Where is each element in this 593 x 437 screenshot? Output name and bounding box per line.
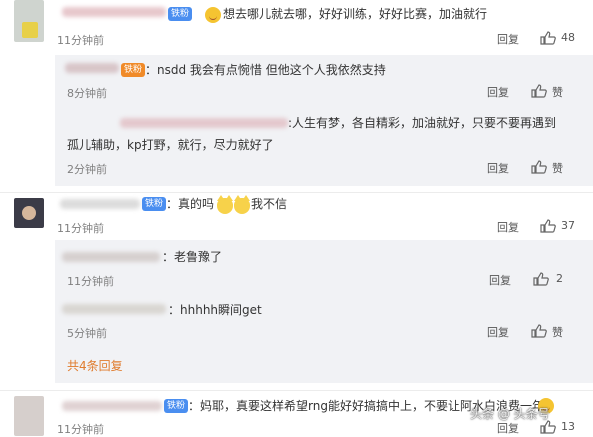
comment-text-tail: 我不信 (251, 197, 288, 211)
comment-text: 想去哪儿就去哪，好好训练，好好比赛，加油就行 (223, 7, 488, 21)
more-replies-link[interactable]: 共4条回复 (67, 357, 123, 374)
avatar[interactable] (14, 0, 44, 42)
reply-button[interactable]: 回复 (497, 219, 519, 235)
reply-text-line2: 孤儿辅助，kp打野，就行，尽力就好了 (67, 138, 274, 152)
like-label[interactable]: 赞 (552, 160, 563, 176)
like-label[interactable]: 赞 (552, 84, 563, 100)
reply-text: ：nsdd 我会有点惋惜 但他这个人我依然支持 (145, 63, 386, 77)
fan-badge: 铁粉 (121, 63, 146, 77)
fan-badge: 铁粉 (142, 197, 167, 211)
reply-text-line1: :人生有梦，各自精彩，加油就好，只要不要再遇到 (288, 116, 557, 130)
avatar[interactable] (14, 396, 44, 436)
like-label[interactable]: 赞 (552, 324, 563, 340)
divider (0, 192, 593, 193)
comment-time: 11分钟前 (57, 222, 104, 235)
thumbs-up-icon[interactable] (531, 84, 547, 98)
comment-time: 11分钟前 (57, 34, 104, 47)
reply-username-blurred (120, 118, 288, 128)
avatar-image (22, 206, 36, 220)
avatar-image (22, 22, 38, 38)
thumbs-up-icon[interactable] (540, 420, 556, 434)
thumbs-up-icon[interactable] (531, 324, 547, 338)
reply-text: ：老鲁豫了 (162, 250, 223, 264)
laughing-emoji-icon (205, 7, 221, 23)
reply-username-blurred (62, 252, 160, 262)
username-blurred (60, 199, 140, 209)
reply-username-blurred (62, 304, 166, 314)
reply-button[interactable]: 回复 (487, 84, 509, 100)
watermark: 头条 @ 头条号 (470, 407, 550, 421)
thumbs-up-icon[interactable] (540, 31, 556, 45)
cat-emoji-icon (217, 195, 233, 214)
thumbs-up-icon[interactable] (540, 219, 556, 233)
comment-time: 11分钟前 (57, 423, 104, 436)
reply-time: 8分钟前 (67, 87, 107, 100)
username-blurred (62, 7, 166, 17)
like-count: 37 (561, 219, 575, 232)
username-blurred (62, 401, 162, 411)
reply-button[interactable]: 回复 (489, 272, 511, 288)
like-count: 2 (556, 272, 563, 285)
reply-button[interactable]: 回复 (487, 324, 509, 340)
reply-button[interactable]: 回复 (497, 420, 519, 436)
reply-time: 2分钟前 (67, 163, 107, 176)
thumbs-up-icon[interactable] (533, 272, 549, 286)
avatar[interactable] (14, 198, 44, 228)
reply-time: 11分钟前 (67, 275, 114, 288)
like-count: 48 (561, 31, 575, 44)
cat-emoji-icon (234, 195, 250, 214)
reply-text: ：hhhhh瞬间get (168, 303, 262, 317)
comment-text: ：真的吗 (166, 197, 215, 211)
fan-badge: 铁粉 (168, 7, 193, 21)
reply-button[interactable]: 回复 (497, 31, 519, 47)
divider (0, 390, 593, 391)
reply-button[interactable]: 回复 (487, 160, 509, 176)
fan-badge: 铁粉 (164, 399, 189, 413)
reply-time: 5分钟前 (67, 327, 107, 340)
thumbs-up-icon[interactable] (531, 160, 547, 174)
reply-username-blurred (65, 63, 119, 73)
like-count: 13 (561, 420, 575, 433)
